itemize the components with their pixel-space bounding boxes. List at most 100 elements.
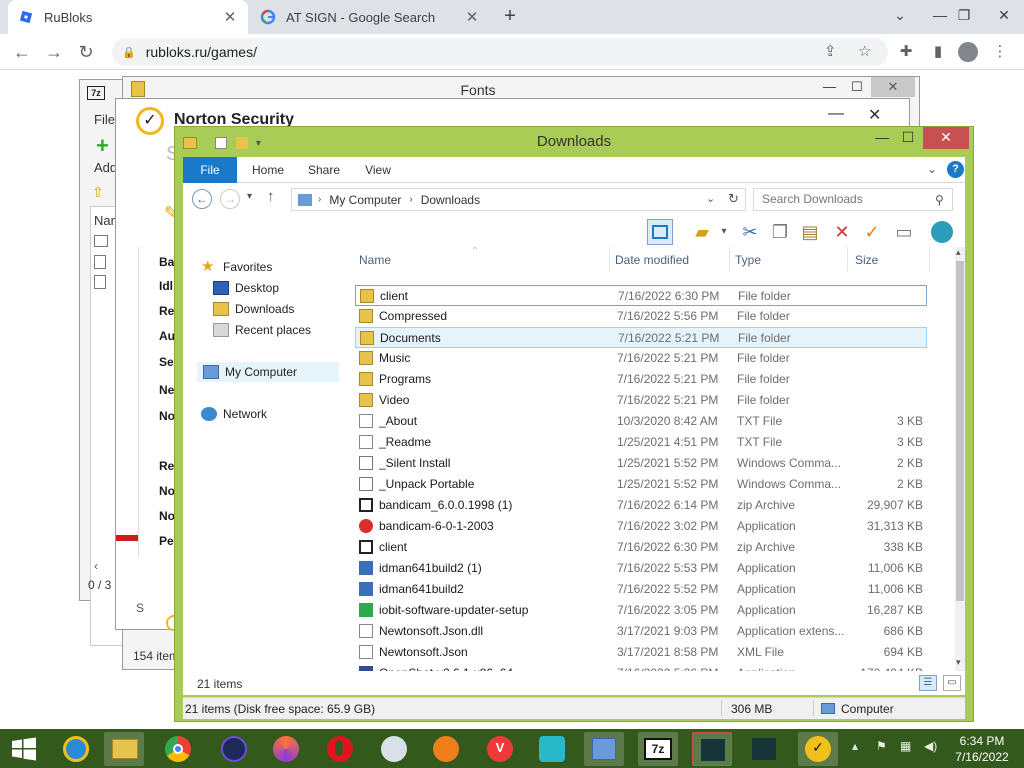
file-row[interactable]: Music 7/16/2022 5:21 PM File folder bbox=[355, 348, 927, 369]
properties-tool-icon[interactable]: ▭ bbox=[891, 219, 917, 245]
nav-favorites[interactable]: ★ Favorites bbox=[201, 257, 272, 277]
column-date-modified[interactable]: Date modified bbox=[615, 253, 689, 267]
tab-rubloks[interactable]: RuBloks ✕ bbox=[8, 0, 248, 34]
large-icons-view-icon[interactable]: ▭ bbox=[943, 675, 961, 691]
fonts-minimize-button[interactable]: — bbox=[823, 79, 836, 94]
column-name[interactable]: Name bbox=[359, 253, 391, 267]
volume-tray-icon[interactable]: ◀) bbox=[924, 739, 937, 753]
file-row[interactable]: _About 10/3/2020 8:42 AM TXT File 3 KB bbox=[355, 411, 927, 432]
file-row[interactable]: bandicam_6.0.0.1998 (1) 7/16/2022 6:14 PM… bbox=[355, 495, 927, 516]
column-divider[interactable] bbox=[609, 247, 610, 271]
start-button[interactable] bbox=[4, 732, 44, 766]
norton-taskbar-icon[interactable]: ✓ bbox=[798, 732, 838, 766]
vivaldi-taskbar-icon[interactable]: V bbox=[480, 732, 520, 766]
column-type[interactable]: Type bbox=[735, 253, 761, 267]
copy-icon[interactable]: ❐ bbox=[767, 219, 793, 245]
rename-check-icon[interactable]: ✓ bbox=[859, 219, 885, 245]
breadcrumb-downloads[interactable]: Downloads bbox=[421, 193, 480, 207]
new-tab-button[interactable]: + bbox=[498, 4, 522, 28]
system-clock[interactable]: 6:34 PM 7/16/2022 bbox=[944, 733, 1020, 765]
app-bird-taskbar-icon[interactable] bbox=[532, 732, 572, 766]
fonts-close-button[interactable]: ✕ bbox=[871, 77, 915, 97]
globe-icon[interactable] bbox=[929, 219, 955, 245]
app-taskbar-icon[interactable] bbox=[214, 732, 254, 766]
tab-home[interactable]: Home bbox=[245, 157, 291, 183]
file-row[interactable]: idman641build2 7/16/2022 5:52 PM Applicati… bbox=[355, 579, 927, 600]
tab-share[interactable]: Share bbox=[301, 157, 347, 183]
close-tab-icon[interactable]: ✕ bbox=[464, 8, 480, 26]
file-explorer-taskbar-icon[interactable] bbox=[104, 732, 144, 766]
norton-row[interactable]: No bbox=[159, 409, 175, 423]
opera-taskbar-icon[interactable] bbox=[320, 732, 360, 766]
tray-expand-icon[interactable]: ▴ bbox=[852, 739, 858, 753]
preview-pane-icon[interactable] bbox=[647, 219, 673, 245]
forward-circle-icon[interactable]: → bbox=[220, 189, 240, 209]
address-bar[interactable]: 🔒 rubloks.ru/games/ ⇪ ☆ bbox=[112, 38, 888, 66]
explorer-title-bar[interactable]: ▾ Downloads — ☐ ✕ bbox=[175, 127, 973, 157]
tab-search-icon[interactable]: ⌄ bbox=[880, 0, 920, 34]
column-divider[interactable] bbox=[847, 247, 848, 271]
norton-row[interactable]: No bbox=[159, 509, 175, 523]
tab-view[interactable]: View bbox=[355, 157, 401, 183]
uc-browser-taskbar-icon[interactable] bbox=[426, 732, 466, 766]
add-icon[interactable]: + bbox=[96, 135, 109, 157]
cut-icon[interactable]: ✂ bbox=[737, 219, 763, 245]
chrome-taskbar-icon[interactable] bbox=[158, 732, 198, 766]
scroll-down-icon[interactable]: ▾ bbox=[956, 657, 961, 668]
close-button[interactable]: ✕ bbox=[984, 0, 1024, 34]
tab-file[interactable]: File bbox=[183, 157, 237, 183]
scrollbar-thumb[interactable] bbox=[956, 261, 964, 601]
file-row[interactable]: OpenShot-v2.6.1-x86_647/16/2022 5:36 PMA… bbox=[355, 663, 927, 671]
norton-row[interactable]: Idl bbox=[159, 279, 173, 293]
explorer-window[interactable]: ▾ Downloads — ☐ ✕ File Home Share View ⌄… bbox=[174, 126, 974, 722]
file-row[interactable]: client 7/16/2022 6:30 PM File folder bbox=[355, 285, 927, 306]
file-row[interactable]: iobit-software-updater-setup 7/16/2022 3:… bbox=[355, 600, 927, 621]
up-folder-icon[interactable]: ⇧ bbox=[92, 184, 104, 201]
network-tray-icon[interactable]: ▦ bbox=[900, 739, 911, 753]
recent-locations-icon[interactable]: ▾ bbox=[247, 191, 252, 202]
refresh-icon[interactable]: ↻ bbox=[728, 191, 739, 207]
explorer-maximize-button[interactable]: ☐ bbox=[893, 127, 923, 149]
control-panel-taskbar-icon[interactable] bbox=[584, 732, 624, 766]
nav-network[interactable]: Network bbox=[201, 404, 267, 424]
norton-row[interactable]: No bbox=[159, 484, 175, 498]
scroll-up-icon[interactable]: ▴ bbox=[956, 247, 961, 258]
filmora-taskbar-icon[interactable] bbox=[692, 732, 732, 766]
nav-recent-places[interactable]: Recent places bbox=[213, 320, 311, 340]
vertical-scrollbar[interactable]: ▴ ▾ bbox=[955, 247, 965, 671]
back-circle-icon[interactable]: ← bbox=[192, 189, 212, 209]
firefox-taskbar-icon[interactable] bbox=[266, 732, 306, 766]
nav-downloads[interactable]: Downloads bbox=[213, 299, 294, 319]
explorer-close-button[interactable]: ✕ bbox=[923, 127, 969, 149]
file-row[interactable]: Newtonsoft.Json 3/17/2021 8:58 PM XML File… bbox=[355, 642, 927, 663]
paste-icon[interactable]: ▤ bbox=[797, 219, 823, 245]
reload-button[interactable]: ↻ bbox=[74, 40, 98, 64]
side-panel-icon[interactable]: ▮ bbox=[926, 40, 950, 64]
search-downloads-input[interactable]: Search Downloads bbox=[753, 188, 953, 211]
extensions-icon[interactable]: ✚ bbox=[894, 40, 918, 64]
tab-google-search[interactable]: AT SIGN - Google Search ✕ bbox=[250, 0, 490, 34]
file-row[interactable]: bandicam-6-0-1-2003 7/16/2022 3:02 PM Appl… bbox=[355, 516, 927, 537]
column-divider[interactable] bbox=[729, 247, 730, 271]
chrome-menu-icon[interactable]: ⋮ bbox=[988, 40, 1012, 64]
file-row[interactable]: client 7/16/2022 6:30 PM zip Archive 338 KB bbox=[355, 537, 927, 558]
file-row[interactable]: _Silent Install 1/25/2021 5:52 PM Windows … bbox=[355, 453, 927, 474]
filmora-alt-taskbar-icon[interactable] bbox=[744, 732, 784, 766]
scroll-left-icon[interactable]: ‹ bbox=[94, 559, 98, 573]
column-size[interactable]: Size bbox=[855, 253, 878, 267]
sevenzip-menu-file[interactable]: File bbox=[94, 112, 115, 127]
norton-row[interactable]: Ne bbox=[159, 383, 174, 397]
restore-button[interactable]: ❐ bbox=[944, 0, 984, 34]
app-sphere-taskbar-icon[interactable] bbox=[374, 732, 414, 766]
folder-options-dropdown-icon[interactable]: ▾ bbox=[711, 219, 737, 245]
details-view-icon[interactable]: ☰ bbox=[919, 675, 937, 691]
file-row[interactable]: Newtonsoft.Json.dll 3/17/2021 9:03 PM Appl… bbox=[355, 621, 927, 642]
up-arrow-icon[interactable]: ↑ bbox=[267, 188, 275, 205]
file-row[interactable]: Documents 7/16/2022 5:21 PM File folder bbox=[355, 327, 927, 348]
fonts-restore-button[interactable]: ☐ bbox=[851, 79, 863, 95]
column-divider[interactable] bbox=[929, 247, 930, 271]
bookmark-star-icon[interactable]: ☆ bbox=[858, 38, 871, 66]
share-icon[interactable]: ⇪ bbox=[824, 38, 837, 66]
internet-explorer-taskbar-icon[interactable] bbox=[56, 732, 96, 766]
profile-avatar-icon[interactable] bbox=[956, 40, 980, 64]
